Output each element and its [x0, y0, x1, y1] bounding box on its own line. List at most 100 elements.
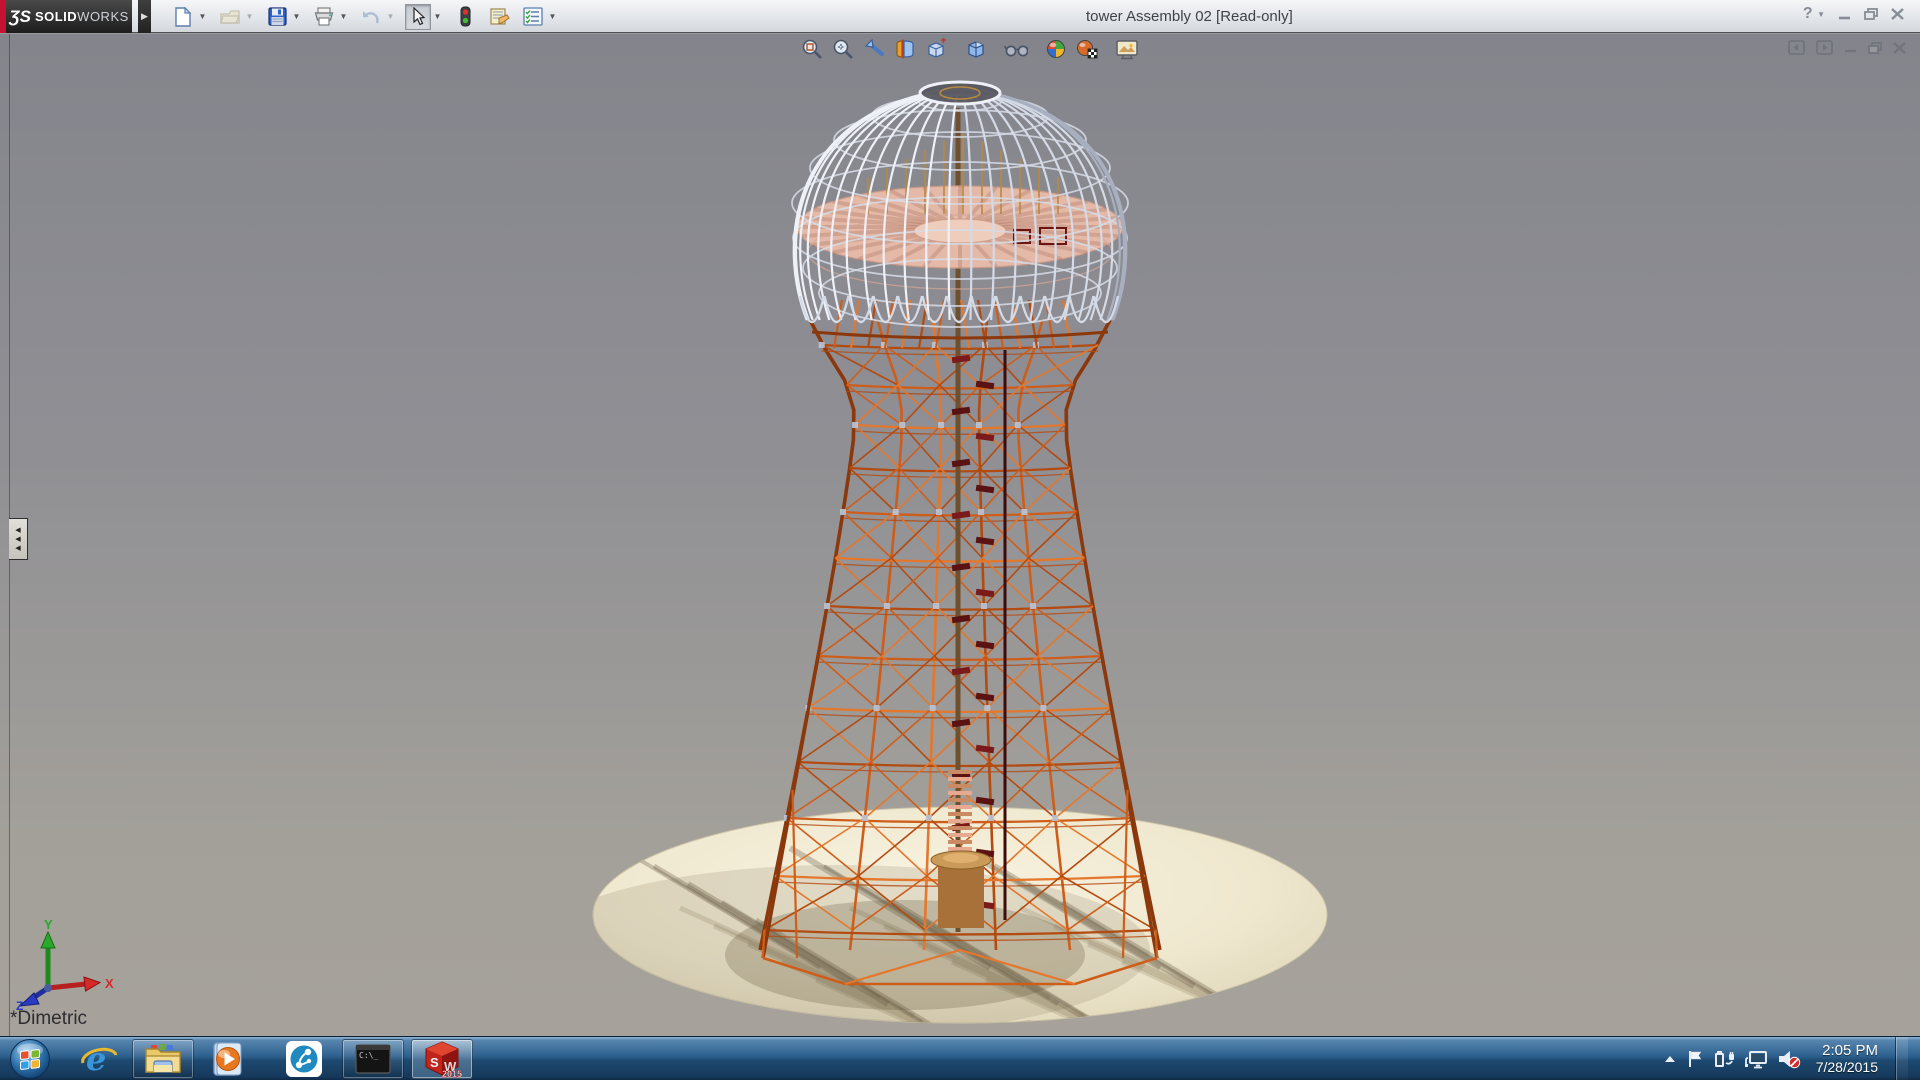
view-orientation-button[interactable] — [924, 37, 948, 61]
taskbar-command-prompt[interactable]: C:\_ — [342, 1039, 404, 1079]
previous-view-button[interactable] — [862, 37, 886, 61]
view-orientation-icon — [924, 38, 948, 60]
orientation-triad: Y X Z — [8, 918, 138, 1010]
sw-letters: S — [430, 1055, 439, 1070]
doc-close-button[interactable] — [1893, 42, 1906, 54]
display-style-icon — [965, 38, 987, 60]
battery-plug-icon — [1713, 1049, 1735, 1069]
open-icon — [220, 8, 240, 26]
open-dropdown[interactable]: ▼ — [243, 4, 256, 30]
new-document-dropdown[interactable]: ▼ — [196, 4, 209, 30]
taskbar-share-app[interactable] — [273, 1039, 335, 1079]
triad-y-label: Y — [44, 918, 53, 932]
view-orientation-label: *Dimetric — [10, 1008, 87, 1030]
zoom-to-fit-button[interactable] — [800, 37, 824, 61]
taskbar-clock[interactable]: 2:05 PM 7/28/2015 — [1816, 1043, 1878, 1075]
main-toolbar: ▼ ▼ ▼ ▼ ▼ ▼ ▼ — [170, 2, 559, 31]
print-icon — [314, 7, 334, 26]
action-center-button[interactable] — [1686, 1049, 1704, 1069]
new-document-icon — [174, 7, 192, 27]
print-dropdown[interactable]: ▼ — [337, 4, 350, 30]
window-title: tower Assembly 02 [Read-only] — [1086, 8, 1293, 25]
previous-view-icon — [863, 38, 885, 60]
restore-button[interactable] — [1864, 8, 1878, 20]
minimize-button[interactable] — [1838, 9, 1851, 20]
apply-scene-button[interactable] — [1075, 37, 1099, 61]
select-tool-button[interactable] — [405, 4, 431, 30]
taskbar-media-player[interactable] — [196, 1039, 258, 1079]
document-window-controls — [1788, 40, 1906, 55]
feature-tree-flyout-tab[interactable]: ◀ ◀ ◀ — [9, 518, 28, 560]
triad-x-label: X — [105, 976, 114, 991]
clock-time: 2:05 PM — [1816, 1043, 1878, 1059]
open-button[interactable] — [217, 4, 243, 30]
power-status-icon[interactable] — [1713, 1049, 1735, 1069]
view-settings-button[interactable] — [1115, 37, 1139, 61]
collapse-arrow-icon: ◀ — [15, 527, 20, 534]
show-desktop-button[interactable] — [1895, 1037, 1908, 1080]
section-view-icon — [894, 38, 916, 60]
save-dropdown[interactable]: ▼ — [290, 4, 303, 30]
appearance-sphere-icon — [1045, 38, 1067, 60]
doc-restore-button[interactable] — [1868, 42, 1882, 54]
network-status-icon[interactable] — [1744, 1049, 1768, 1069]
rebuild-traffic-light-icon — [460, 6, 471, 27]
file-properties-button[interactable] — [486, 4, 512, 30]
edit-appearance-button[interactable] — [1044, 37, 1068, 61]
view-settings-icon — [1115, 39, 1139, 60]
undo-icon — [361, 8, 381, 26]
graphics-viewport[interactable] — [0, 34, 1920, 1036]
rebuild-button[interactable] — [452, 4, 478, 30]
select-arrow-icon — [411, 7, 426, 26]
cmd-prompt-text: C:\_ — [359, 1051, 378, 1060]
network-icon — [1744, 1049, 1768, 1069]
options-icon — [523, 7, 543, 26]
collapse-arrow-icon: ◀ — [15, 545, 20, 552]
solidworks-2015-icon: SW2015 — [422, 1040, 462, 1078]
hide-show-items-button[interactable] — [1004, 37, 1028, 61]
solidworks-logo-text: SOLIDWORKS — [35, 9, 129, 24]
taskbar-internet-explorer[interactable]: e — [68, 1039, 130, 1079]
system-tray: 2:05 PM 7/28/2015 — [1663, 1037, 1908, 1080]
solidworks-logo-mark: ƷS — [9, 7, 31, 27]
file-properties-icon — [489, 7, 510, 26]
options-button[interactable] — [520, 4, 546, 30]
show-hidden-icons-button[interactable] — [1663, 1054, 1677, 1064]
start-button[interactable] — [6, 1038, 54, 1080]
apply-scene-icon — [1075, 38, 1099, 60]
section-view-button[interactable] — [893, 37, 917, 61]
display-style-button[interactable] — [964, 37, 988, 61]
svg-text:e: e — [86, 1041, 106, 1077]
doc-minimize-button[interactable] — [1844, 42, 1857, 53]
eyeglasses-icon — [1004, 39, 1028, 59]
command-prompt-icon: C:\_ — [355, 1044, 391, 1074]
save-button[interactable] — [264, 4, 290, 30]
options-dropdown[interactable]: ▼ — [546, 4, 559, 30]
print-button[interactable] — [311, 4, 337, 30]
new-document-button[interactable] — [170, 4, 196, 30]
taskbar-windows-explorer[interactable] — [132, 1039, 194, 1079]
window-controls: ? ▼ — [1803, 5, 1904, 23]
select-tool-dropdown[interactable]: ▼ — [431, 4, 444, 30]
menu-expand-arrow[interactable]: ▶ — [138, 0, 151, 33]
undo-dropdown[interactable]: ▼ — [384, 4, 397, 30]
expand-right-pane-button[interactable] — [1816, 40, 1833, 55]
help-button[interactable]: ? ▼ — [1803, 5, 1825, 23]
zoom-to-area-button[interactable] — [831, 37, 855, 61]
collapse-arrow-icon: ◀ — [15, 536, 20, 543]
speaker-mute-icon — [1777, 1049, 1801, 1069]
save-icon — [268, 7, 287, 26]
sw-year: 2015 — [442, 1069, 462, 1078]
close-button[interactable] — [1891, 8, 1904, 20]
up-arrow-icon — [1663, 1054, 1677, 1064]
taskbar-solidworks[interactable]: SW2015 — [411, 1039, 473, 1079]
title-bar: ƷS SOLIDWORKS ▶ ▼ ▼ ▼ ▼ ▼ ▼ — [0, 0, 1920, 33]
undo-button[interactable] — [358, 4, 384, 30]
headsup-view-toolbar — [800, 37, 1139, 61]
volume-muted-icon[interactable] — [1777, 1049, 1801, 1069]
folder-icon — [144, 1043, 182, 1075]
taskbar: e C:\_ SW2015 2:05 PM 7/28/2015 — [0, 1036, 1920, 1080]
media-player-icon — [209, 1041, 245, 1077]
flag-icon — [1686, 1049, 1704, 1069]
collapse-left-pane-button[interactable] — [1788, 40, 1805, 55]
